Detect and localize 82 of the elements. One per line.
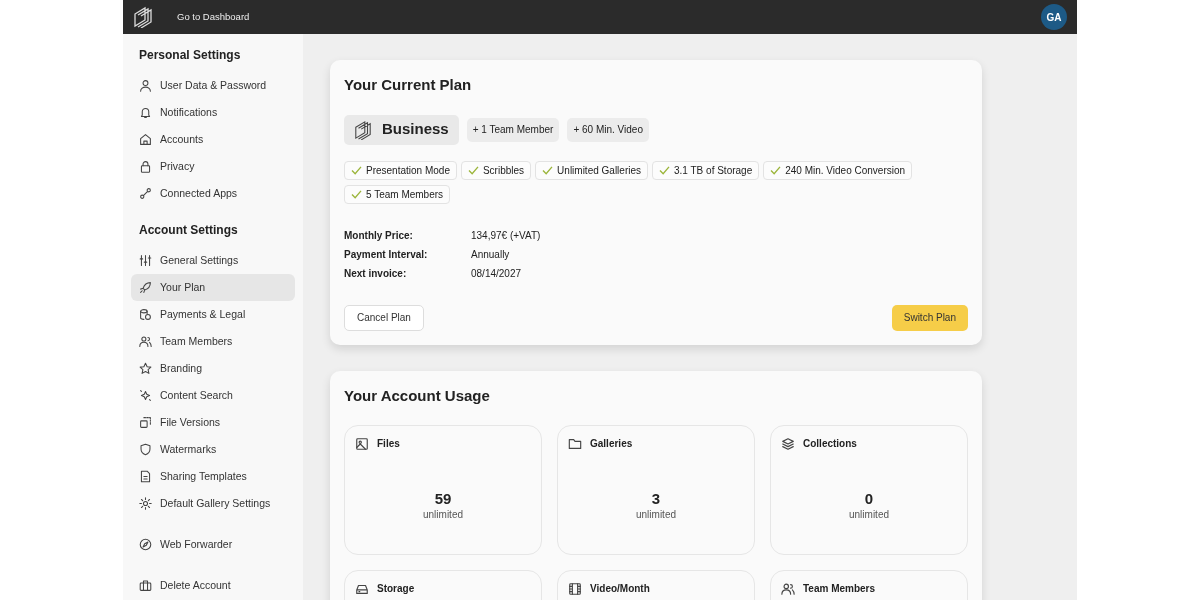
addon-tag: + 1 Team Member <box>466 117 560 142</box>
sidebar-item[interactable]: General Settings <box>131 247 295 274</box>
sidebar-item[interactable]: Team Members <box>131 328 295 355</box>
house-icon <box>139 133 152 146</box>
card-title: Your Account Usage <box>344 385 491 406</box>
shield-icon <box>139 443 152 456</box>
cancel-plan-button[interactable]: Cancel Plan <box>344 304 424 331</box>
detail-label: Monthly Price: <box>344 228 414 243</box>
detail-value: 08/14/2027 <box>471 266 522 281</box>
sidebar-item[interactable]: Notifications <box>131 99 295 126</box>
detail-label: Next invoice: <box>344 266 408 281</box>
sidebar-item[interactable]: Privacy <box>131 153 295 180</box>
compass-icon <box>139 538 152 551</box>
people-icon <box>139 335 152 348</box>
layers-icon <box>781 436 795 451</box>
section-heading: Account Settings <box>138 222 239 239</box>
usage-label: Storage <box>377 582 415 596</box>
sidebar-item[interactable]: Default Gallery Settings <box>131 490 295 517</box>
check-icon <box>659 165 670 175</box>
check-icon <box>351 189 362 199</box>
coins-icon <box>139 308 152 321</box>
section-heading: Personal Settings <box>138 47 242 64</box>
user-avatar[interactable]: GA <box>1041 4 1067 30</box>
film-icon <box>568 581 582 596</box>
usage-label: Galleries <box>590 437 633 451</box>
check-icon <box>770 165 782 175</box>
switch-plan-button[interactable]: Switch Plan <box>891 304 968 331</box>
rocket-icon <box>139 281 152 294</box>
sidebar-item[interactable]: Web Forwarder <box>131 531 295 558</box>
bell-icon <box>139 106 152 119</box>
gear-icon <box>139 497 152 510</box>
addon-tag: + 60 Min. Video <box>567 117 649 142</box>
person-icon <box>139 79 152 92</box>
feature-tag: Scribbles <box>460 160 532 180</box>
people-icon <box>781 581 795 596</box>
sparkle-icon <box>139 389 152 402</box>
detail-label: Payment Interval: <box>344 247 429 262</box>
detail-value: 134,97€ (+VAT) <box>471 228 541 243</box>
copy-icon <box>139 416 152 429</box>
sidebar-item[interactable]: Your Plan <box>131 274 295 301</box>
dashboard-link[interactable]: Go to Dashboard <box>177 9 250 25</box>
check-icon <box>542 165 554 175</box>
check-icon <box>467 165 479 175</box>
usage-value: 59 <box>434 490 452 508</box>
feature-tag: 240 Min. Video Conversion <box>763 160 913 180</box>
usage-label: Collections <box>803 437 857 451</box>
usage-value: 3 <box>651 490 661 508</box>
sidebar-item[interactable]: User Data & Password <box>131 72 295 99</box>
sidebar-item[interactable]: Accounts <box>131 126 295 153</box>
sidebar-item[interactable]: File Versions <box>131 409 295 436</box>
star-icon <box>139 362 152 375</box>
usage-limit: unlimited <box>636 508 676 523</box>
sidebar-item[interactable]: Connected Apps <box>131 180 295 207</box>
lock-icon <box>139 160 152 173</box>
logo-icon <box>354 119 372 140</box>
card-title: Your Current Plan <box>344 75 473 95</box>
usage-value: 0 <box>864 490 874 508</box>
usage-label: Files <box>377 437 400 451</box>
sidebar-item[interactable]: Sharing Templates <box>131 463 295 490</box>
feature-tag: Unlimited Galleries <box>535 160 648 180</box>
sidebar-item[interactable]: Delete Account <box>131 572 295 599</box>
plan-name-badge: Business <box>344 114 459 145</box>
sidebar-item[interactable]: Watermarks <box>131 436 295 463</box>
folder-icon <box>568 436 582 451</box>
check-icon <box>351 165 362 175</box>
feature-tag: Presentation Mode <box>344 160 457 180</box>
sliders-icon <box>139 254 152 267</box>
sidebar-item[interactable]: Branding <box>131 355 295 382</box>
usage-label: Video/Month <box>590 582 650 596</box>
briefcase-icon <box>139 579 152 592</box>
feature-tag: 3.1 TB of Storage <box>652 160 760 180</box>
detail-value: Annually <box>471 247 510 262</box>
sidebar-item[interactable]: Payments & Legal <box>131 301 295 328</box>
usage-label: Team Members <box>803 582 876 596</box>
sidebar-item[interactable]: Content Search <box>131 382 295 409</box>
feature-tag: 5 Team Members <box>344 184 451 204</box>
usage-limit: unlimited <box>849 508 889 523</box>
plug-icon <box>139 187 152 200</box>
document-icon <box>139 470 152 483</box>
usage-limit: unlimited <box>423 508 463 523</box>
image-icon <box>355 436 369 451</box>
logo-icon[interactable] <box>133 6 153 28</box>
